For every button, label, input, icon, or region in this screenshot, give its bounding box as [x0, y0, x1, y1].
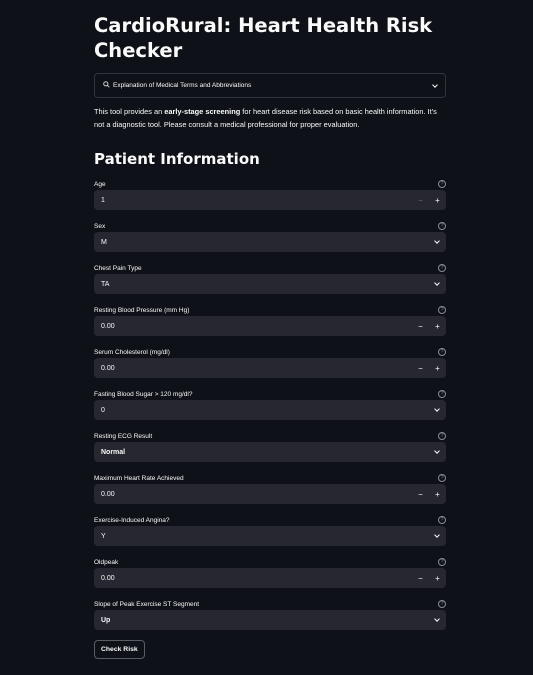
expander-label: Explanation of Medical Terms and Abbrevi… [113, 82, 252, 89]
chevron-down-icon [434, 448, 440, 454]
section-title: Patient Information [94, 150, 260, 168]
resting-ecg-select[interactable]: Normal [94, 442, 446, 462]
oldpeak-increment-button[interactable]: + [429, 568, 446, 588]
magnifier-icon [103, 81, 110, 90]
age-label: Age [94, 181, 106, 188]
intro-text: This tool provides an early-stage screen… [94, 107, 437, 129]
help-icon[interactable]: ? [438, 432, 446, 440]
chevron-down-icon [434, 280, 440, 286]
chevron-down-icon [434, 406, 440, 412]
resting-bp-label: Resting Blood Pressure (mm Hg) [94, 307, 190, 314]
max-hr-label: Maximum Heart Rate Achieved [94, 475, 184, 482]
cholesterol-input[interactable]: 0.00 [94, 365, 412, 372]
help-icon[interactable]: ? [438, 348, 446, 356]
st-slope-select[interactable]: Up [94, 610, 446, 630]
age-increment-button[interactable]: + [429, 190, 446, 210]
chevron-down-icon [434, 238, 440, 244]
chest-pain-value: TA [101, 280, 110, 288]
age-input-box: 1 − + [94, 190, 446, 210]
cholesterol-increment-button[interactable]: + [429, 358, 446, 378]
terms-expander[interactable]: Explanation of Medical Terms and Abbrevi… [94, 73, 446, 98]
help-icon[interactable]: ? [438, 600, 446, 608]
help-icon[interactable]: ? [438, 180, 446, 188]
fasting-bs-label: Fasting Blood Sugar > 120 mg/dl? [94, 391, 193, 398]
max-hr-decrement-button[interactable]: − [412, 484, 429, 504]
resting-bp-decrement-button[interactable]: − [412, 316, 429, 336]
help-icon[interactable]: ? [438, 516, 446, 524]
resting-bp-input[interactable]: 0.00 [94, 323, 412, 330]
help-icon[interactable]: ? [438, 306, 446, 314]
resting-bp-input-box: 0.00 − + [94, 316, 446, 336]
help-icon[interactable]: ? [438, 390, 446, 398]
chest-pain-select[interactable]: TA [94, 274, 446, 294]
st-slope-label: Slope of Peak Exercise ST Segment [94, 601, 200, 608]
oldpeak-label: Oldpeak [94, 559, 119, 566]
page-title: CardioRural: Heart Health Risk Checker [94, 14, 433, 62]
oldpeak-input[interactable]: 0.00 [94, 575, 412, 582]
resting-ecg-label: Resting ECG Result [94, 433, 153, 440]
check-risk-button[interactable]: Check Risk [94, 640, 145, 659]
fasting-bs-select[interactable]: 0 [94, 400, 446, 420]
chevron-down-icon [432, 81, 438, 88]
max-hr-increment-button[interactable]: + [429, 484, 446, 504]
angina-value: Y [101, 532, 106, 540]
oldpeak-input-box: 0.00 − + [94, 568, 446, 588]
st-slope-value: Up [101, 616, 111, 624]
chevron-down-icon [434, 616, 440, 622]
resting-ecg-value: Normal [101, 448, 126, 456]
resting-bp-increment-button[interactable]: + [429, 316, 446, 336]
cholesterol-input-box: 0.00 − + [94, 358, 446, 378]
angina-label: Exercise-Induced Angina? [94, 517, 170, 524]
age-input[interactable]: 1 [94, 197, 412, 204]
cholesterol-label: Serum Cholesterol (mg/dl) [94, 349, 170, 356]
help-icon[interactable]: ? [438, 222, 446, 230]
help-icon[interactable]: ? [438, 558, 446, 566]
fasting-bs-value: 0 [101, 406, 105, 414]
max-hr-input-box: 0.00 − + [94, 484, 446, 504]
help-icon[interactable]: ? [438, 264, 446, 272]
age-decrement-button[interactable]: − [412, 190, 429, 210]
angina-select[interactable]: Y [94, 526, 446, 546]
chest-pain-label: Chest Pain Type [94, 265, 142, 272]
oldpeak-decrement-button[interactable]: − [412, 568, 429, 588]
intro-bold: early-stage screening [164, 107, 241, 116]
max-hr-input[interactable]: 0.00 [94, 491, 412, 498]
chevron-down-icon [434, 532, 440, 538]
help-icon[interactable]: ? [438, 474, 446, 482]
sex-value: M [101, 238, 107, 246]
sex-select[interactable]: M [94, 232, 446, 252]
sex-label: Sex [94, 223, 106, 230]
cholesterol-decrement-button[interactable]: − [412, 358, 429, 378]
